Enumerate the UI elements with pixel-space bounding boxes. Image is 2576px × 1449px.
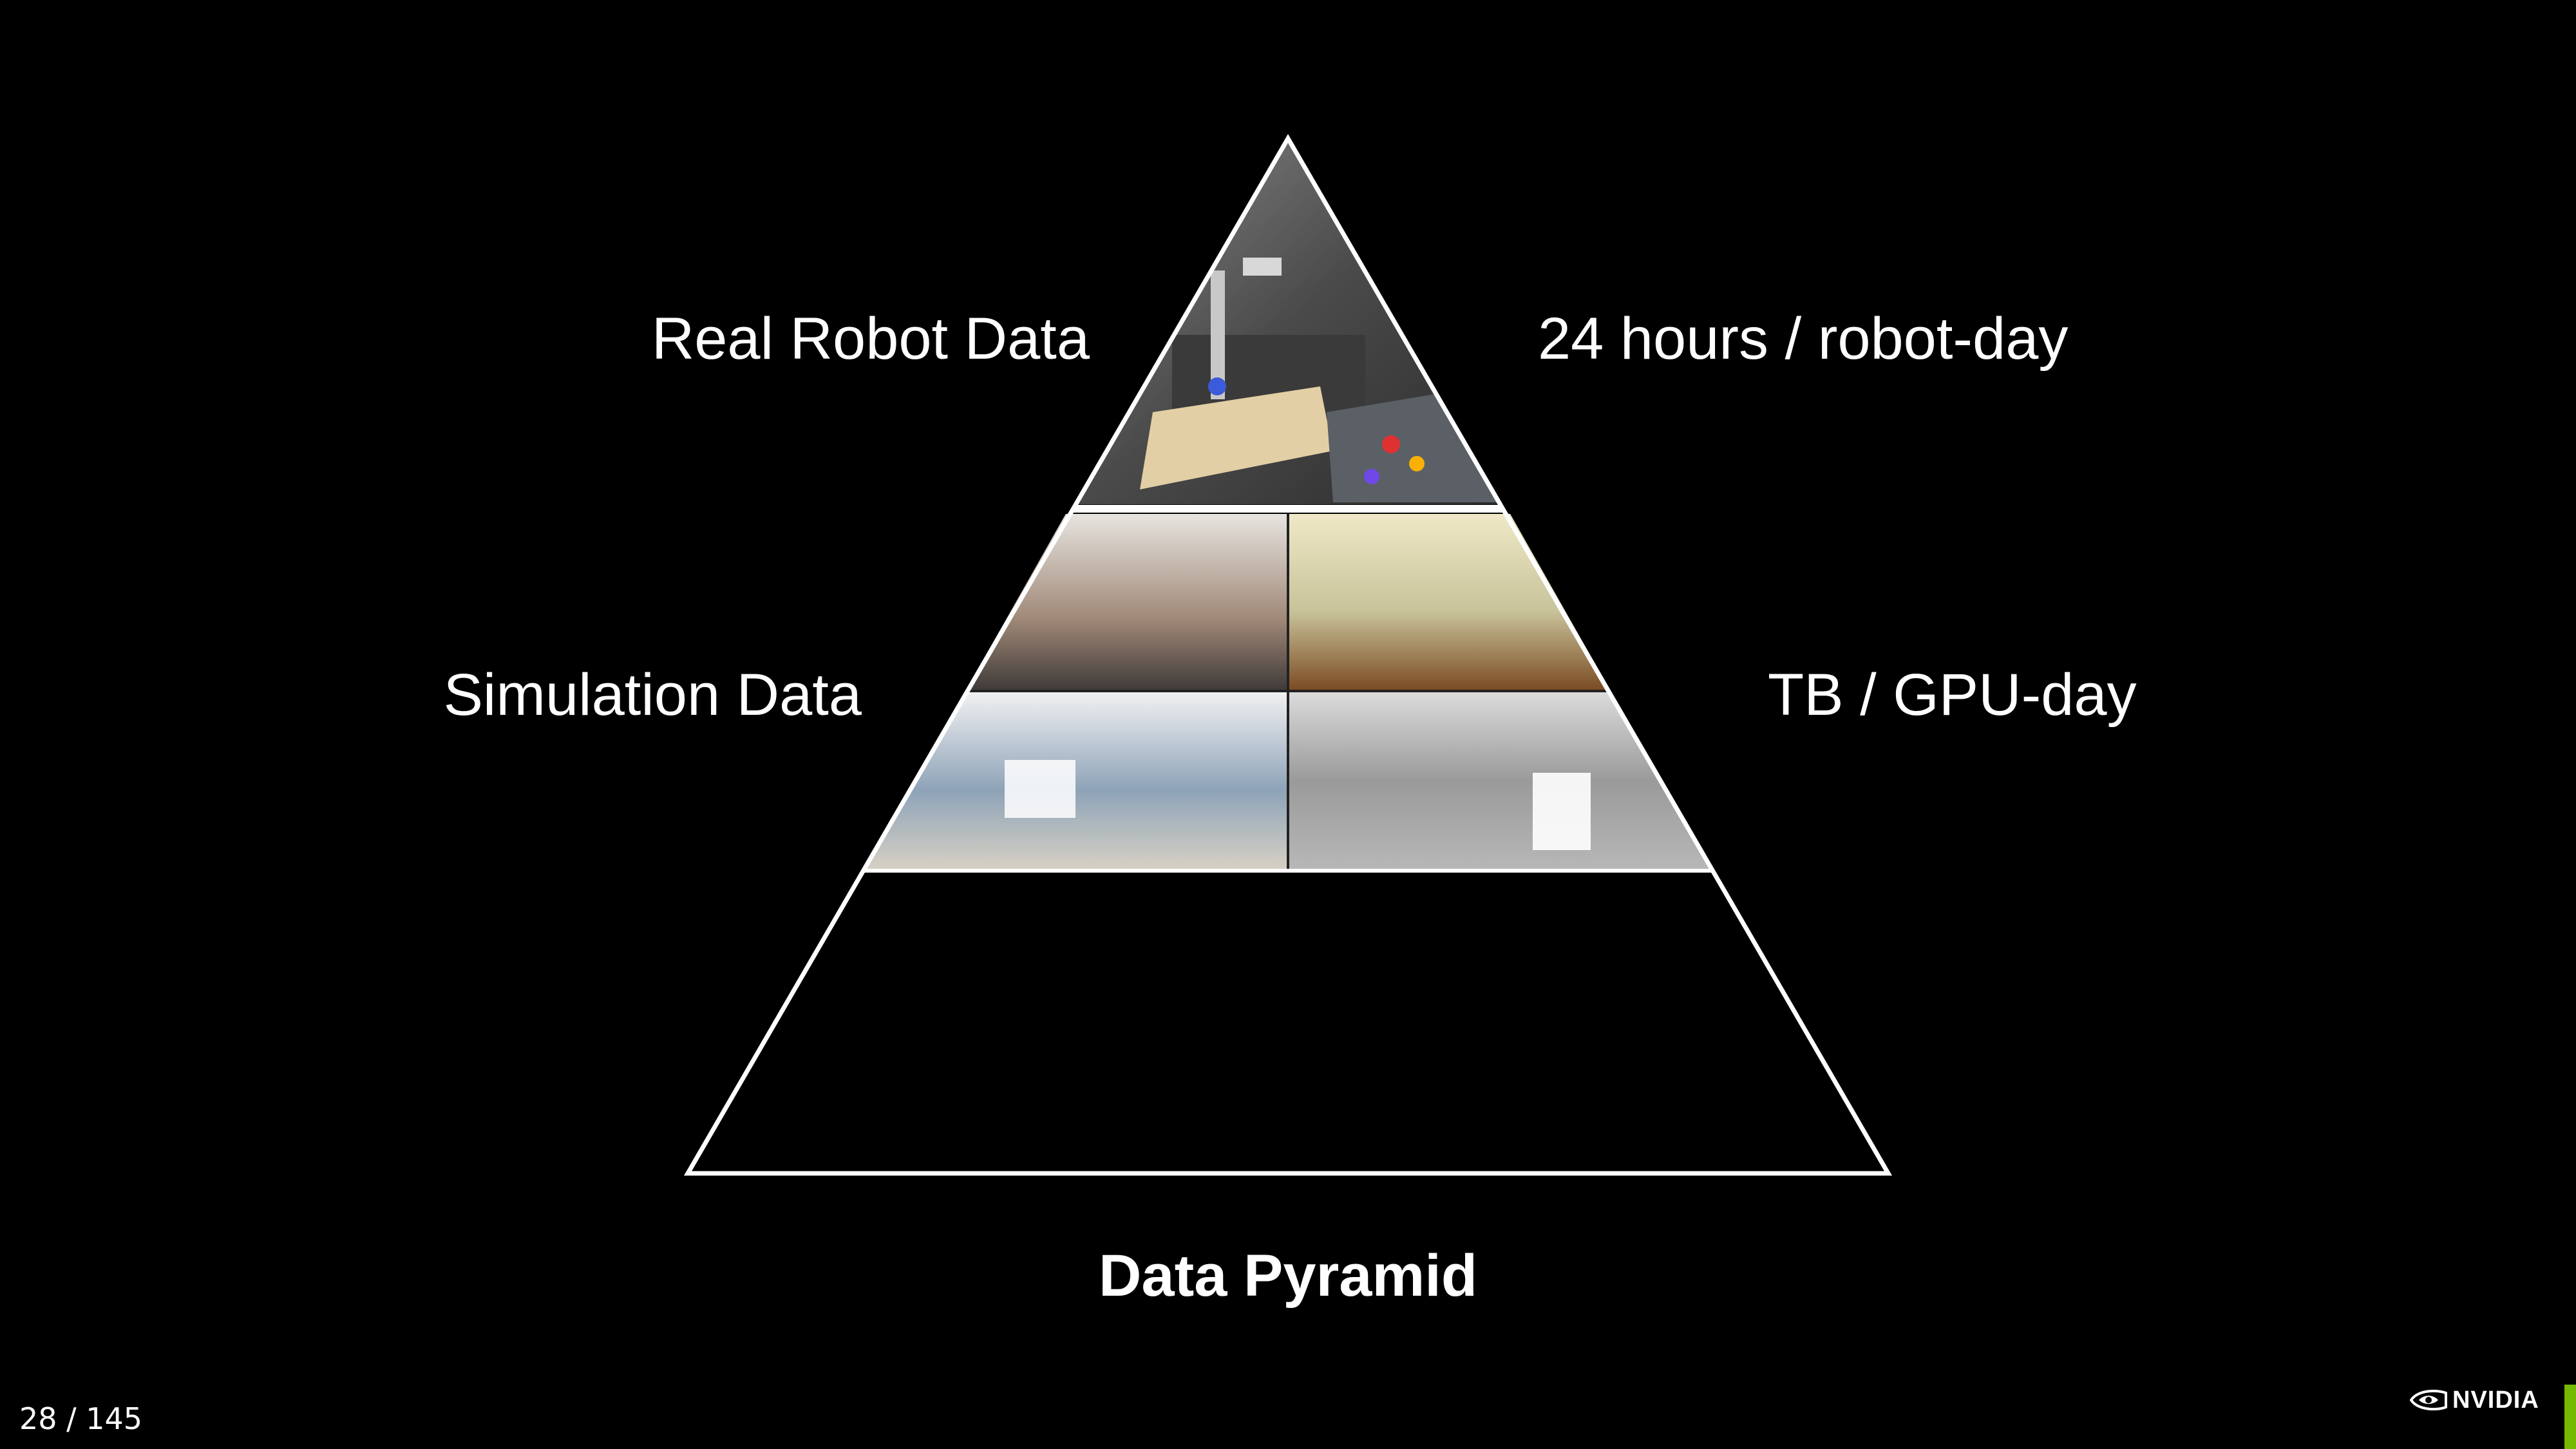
simulation-data-rate: TB / GPU-day	[1768, 662, 2137, 728]
kitchen-render-4	[1288, 691, 1712, 869]
kitchen-render-2	[1288, 514, 1712, 691]
simulation-data-label: Simulation Data	[443, 662, 862, 728]
data-pyramid-diagram	[683, 134, 1893, 1176]
diagram-title: Data Pyramid	[1098, 1243, 1478, 1309]
real-robot-data-rate: 24 hours / robot-day	[1538, 306, 2069, 372]
page-number: 28 / 145	[19, 1401, 143, 1436]
simulation-data-images	[864, 514, 1712, 869]
real-robot-data-image	[1075, 142, 1501, 504]
kitchen-render-1	[864, 514, 1288, 691]
nvidia-eye-icon	[2410, 1389, 2447, 1411]
nvidia-wordmark: NVIDIA	[2452, 1386, 2539, 1414]
nvidia-logo: NVIDIA	[2410, 1386, 2539, 1414]
accent-bar	[2564, 1385, 2576, 1449]
real-robot-data-label: Real Robot Data	[651, 306, 1090, 372]
